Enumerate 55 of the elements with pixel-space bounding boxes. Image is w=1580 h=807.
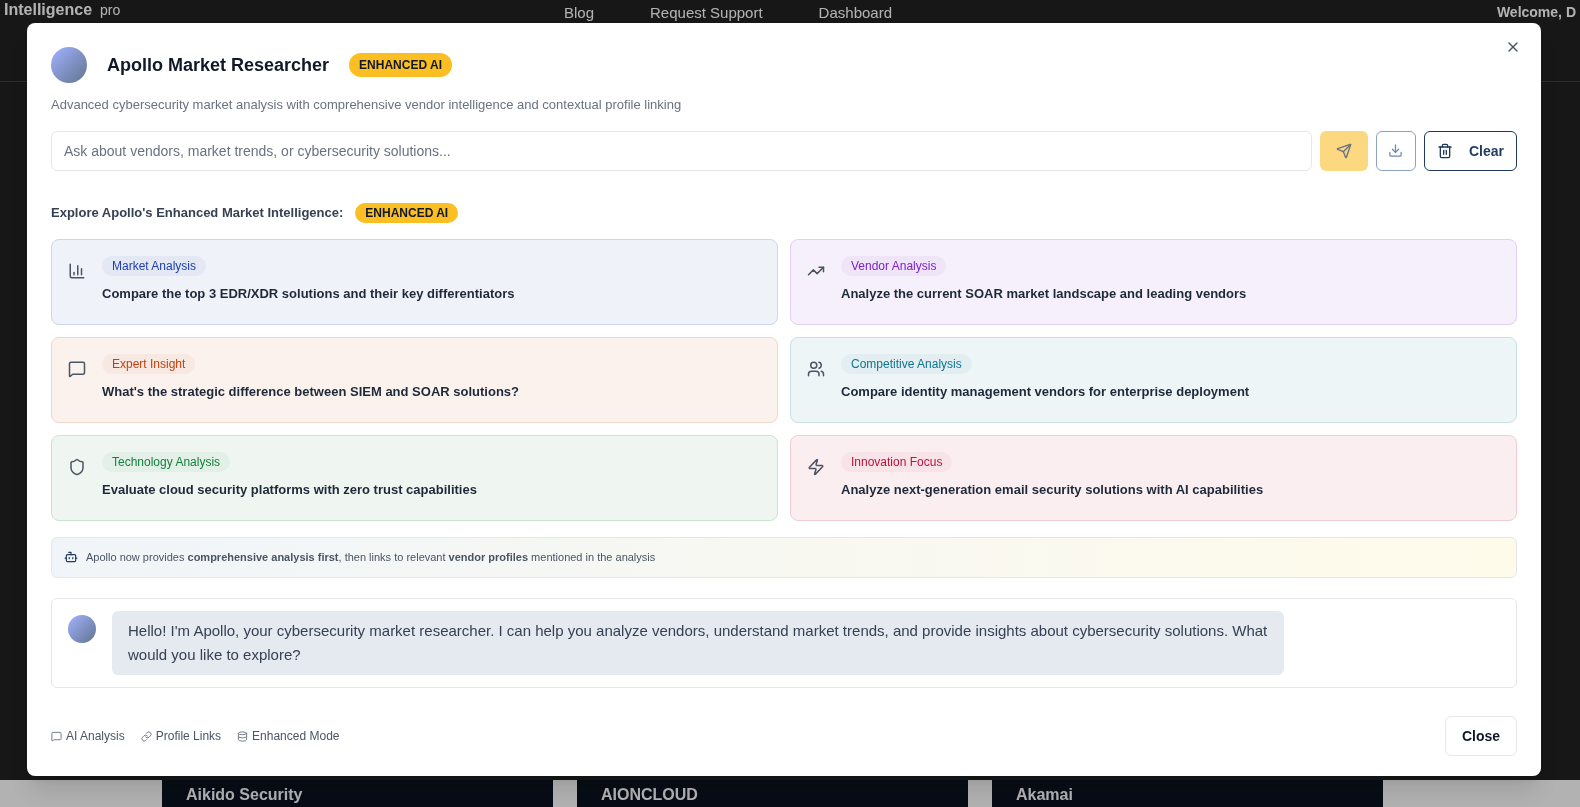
close-button[interactable]: Close <box>1444 716 1517 756</box>
suggestion-icon <box>68 359 86 378</box>
feature-icon <box>237 730 249 742</box>
brand-name: Intelligence <box>4 0 93 20</box>
nav-link[interactable]: Dashboard <box>818 2 892 25</box>
vendor-card[interactable]: AIONCLOUD <box>577 780 968 807</box>
feature-icon <box>140 730 152 742</box>
vendor-card[interactable]: Akamai <box>992 780 1383 807</box>
suggestion-card[interactable]: Expert Insight What's the strategic difference between SIEM and SOAR solutions? <box>51 336 778 423</box>
trash-icon <box>1436 142 1453 159</box>
suggestion-card[interactable]: Vendor Analysis Analyze the current SOAR market landscape and leading vendors <box>790 238 1517 325</box>
suggestion-icon <box>68 261 86 280</box>
category-tag: Market Analysis <box>102 255 207 276</box>
chat-message: Hello! I'm Apollo, your cybersecurity market researcher. I can help you analyze vendors, understand market trends, and provide insights about cybersecurity solutions. What would you like to explore? <box>112 610 1284 675</box>
brand-subtitle: pro <box>100 1 121 20</box>
suggestion-text: Compare the top 3 EDR/XDR solutions and their key differentiators <box>102 284 515 303</box>
search-field[interactable]: Ask about vendors, market trends, or cybersecurity solutions... <box>51 130 1312 171</box>
suggestion-icon <box>807 359 825 378</box>
nav-link[interactable]: Request Support <box>650 2 763 25</box>
suggestion-icon <box>68 457 86 476</box>
clear-button[interactable]: Clear <box>1423 130 1517 171</box>
category-tag: Innovation Focus <box>841 451 953 472</box>
category-tag: Competitive Analysis <box>841 353 972 374</box>
suggestion-text: Evaluate cloud security platforms with zero trust capabilities <box>102 480 477 499</box>
suggestion-card[interactable]: Technology Analysis Evaluate cloud security platforms with zero trust capabilities <box>51 434 778 521</box>
feature-label: Profile Links <box>155 728 222 744</box>
send-icon <box>1335 142 1352 159</box>
feature-icon <box>51 730 62 742</box>
robot-icon <box>64 550 78 564</box>
category-tag: Expert Insight <box>102 353 196 374</box>
suggestion-text: Compare identity management vendors for enterprise deployment <box>841 382 1250 401</box>
suggestion-card[interactable]: Competitive Analysis Compare identity management vendors for enterprise deployment <box>790 336 1517 423</box>
download-button[interactable] <box>1375 130 1416 171</box>
nav-link[interactable]: Blog <box>564 2 595 25</box>
download-icon <box>1388 143 1404 158</box>
suggestion-card[interactable]: Market Analysis Compare the top 3 EDR/XDR solutions and their key differentiators <box>51 238 778 325</box>
avatar-placeholder <box>68 614 96 643</box>
dialog-title: Apollo Market Researcher <box>107 54 330 77</box>
explore-heading: Explore Apollo's Enhanced Market Intelligence: <box>51 203 344 222</box>
enhanced-badge: ENHANCED AI <box>349 53 452 77</box>
feature-label: Enhanced Mode <box>252 728 340 744</box>
category-tag: Vendor Analysis <box>841 255 947 276</box>
suggestion-text: Analyze next-generation email security solutions with AI capabilities <box>841 480 1264 499</box>
avatar-placeholder <box>51 47 87 83</box>
vendor-card[interactable]: Aikido Security <box>162 780 553 807</box>
suggestion-icon <box>807 457 825 476</box>
feature-label: AI Analysis <box>66 728 125 744</box>
dialog-subtitle: Advanced cybersecurity market analysis with comprehensive vendor intelligence and contextual profile linking <box>51 96 683 114</box>
suggestion-card[interactable]: Innovation Focus Analyze next-generation email security solutions with AI capabilities <box>790 434 1517 521</box>
suggestion-text: Analyze the current SOAR market landscape and leading vendors <box>841 284 1247 303</box>
suggestion-text: What's the strategic difference between SIEM and SOAR solutions? <box>102 382 519 401</box>
category-tag: Technology Analysis <box>102 451 231 472</box>
enhanced-badge: ENHANCED AI <box>355 202 459 223</box>
info-text: Apollo now provides comprehensive analysis first, then links to relevant vendor profiles mentioned in the analysis <box>86 549 656 565</box>
welcome-text: Welcome, D <box>1496 3 1576 22</box>
